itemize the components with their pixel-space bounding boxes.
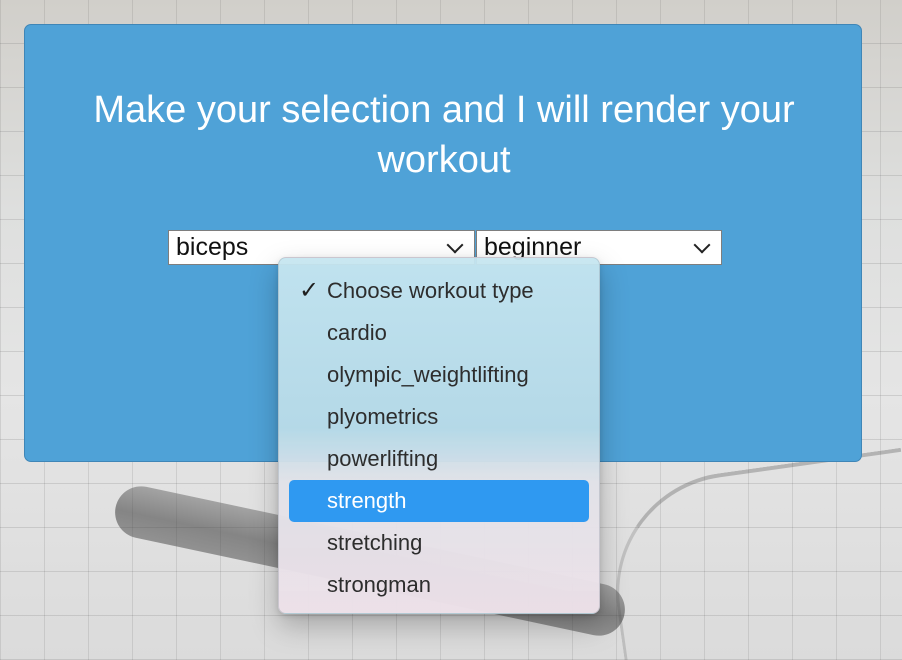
workout-type-option-list: ✓ Choose workout type cardio olympic_wei… — [279, 258, 599, 606]
check-icon: ✓ — [299, 277, 320, 304]
workout-type-option-label: Choose workout type — [327, 278, 534, 303]
muscle-select-value: biceps — [176, 233, 249, 261]
workout-type-option-olympic-weightlifting[interactable]: olympic_weightlifting — [289, 354, 589, 396]
workout-type-option-label: stretching — [327, 530, 423, 555]
workout-type-option-powerlifting[interactable]: powerlifting — [289, 438, 589, 480]
workout-type-option-stretching[interactable]: stretching — [289, 522, 589, 564]
workout-type-option-label: strength — [327, 488, 407, 513]
workout-type-option-strength[interactable]: strength — [289, 480, 589, 522]
workout-type-option-label: powerlifting — [327, 446, 439, 471]
page-title-line-2: workout — [377, 139, 511, 181]
page-title: Make your selection and I will render yo… — [83, 85, 805, 185]
workout-type-option-label: plyometrics — [327, 404, 439, 429]
background-drawing-curve — [600, 447, 902, 660]
chevron-down-icon — [693, 236, 711, 254]
workout-type-option-label: strongman — [327, 572, 431, 597]
page-title-line-1: Make your selection and I will render yo… — [93, 89, 795, 131]
workout-type-option-label: olympic_weightlifting — [327, 362, 529, 387]
workout-type-option-strongman[interactable]: strongman — [289, 564, 589, 606]
workout-type-dropdown: ✓ Choose workout type cardio olympic_wei… — [278, 257, 600, 614]
workout-type-option-choose[interactable]: ✓ Choose workout type — [289, 270, 589, 312]
workout-type-option-label: cardio — [327, 320, 387, 345]
workout-type-option-plyometrics[interactable]: plyometrics — [289, 396, 589, 438]
workout-type-option-cardio[interactable]: cardio — [289, 312, 589, 354]
chevron-down-icon — [446, 236, 464, 254]
